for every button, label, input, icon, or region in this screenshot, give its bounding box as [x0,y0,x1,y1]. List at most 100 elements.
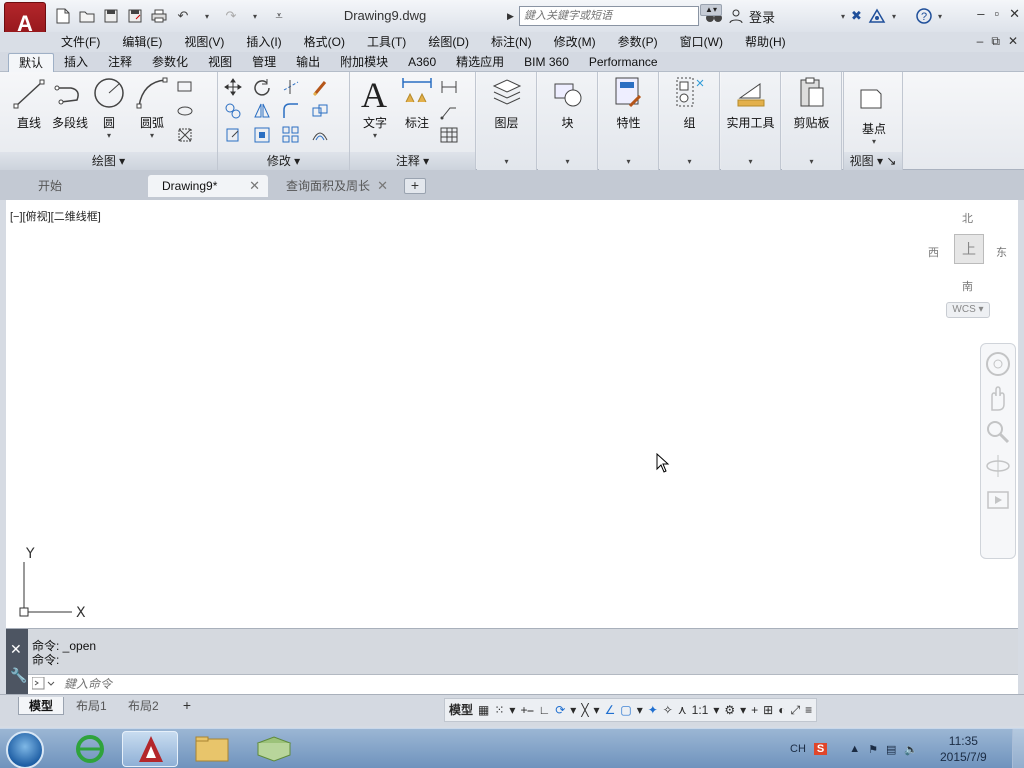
isodraft-dropdown-icon[interactable]: ▾ [594,701,600,719]
scale-value[interactable]: 1:1 [692,701,709,719]
action-center-icon[interactable]: ⚑ [868,743,878,756]
draw-panel-title[interactable]: 绘图 ▾ [0,152,217,170]
menu-tools[interactable]: 工具(T) [356,34,417,50]
annotation-panel-title[interactable]: 注释 ▾ [350,152,475,170]
new-tab-button[interactable]: + [404,178,426,194]
orbit-icon[interactable] [984,452,1012,480]
hardware-acceleration-icon[interactable]: ◐ [778,701,785,719]
redo-icon[interactable]: ↷ [220,5,242,27]
table-tool[interactable] [440,126,474,150]
ime-language[interactable]: CH [790,743,806,755]
doc-minimize-icon[interactable]: – [977,34,984,49]
redo-dropdown-icon[interactable]: ▾ [244,5,266,27]
network-icon[interactable]: ▤ [886,743,896,756]
doc-tab-start[interactable]: 开始 [24,175,144,197]
leader-tool[interactable] [440,102,474,126]
rectangle-tool[interactable] [176,78,214,102]
steering-wheel-icon[interactable] [984,350,1012,378]
layout-tab-model[interactable]: 模型 [18,697,65,715]
menu-help[interactable]: 帮助(H) [734,34,797,50]
scale-dropdown-icon[interactable]: ▾ [713,701,719,719]
doc-close-icon[interactable]: ✕ [1008,34,1018,49]
taskbar-app-4[interactable] [246,731,302,767]
workspace-gear-icon[interactable]: ⚙ [724,701,735,719]
copy-tool[interactable] [224,102,253,126]
group-dropdown-icon[interactable]: ▾ [660,157,719,166]
line-button[interactable]: 直线 [8,76,50,131]
ortho-icon[interactable]: ∟ [538,701,550,719]
taskbar-clock[interactable]: 11:35 2015/7/9 [940,733,987,765]
help-icon[interactable]: ? [916,8,932,24]
start-button[interactable] [6,731,44,768]
polar-tracking-icon[interactable]: ⟳ [555,701,565,719]
auto-scale-icon[interactable]: ✧ [663,701,673,719]
isolate-objects-icon[interactable]: ⊞ [763,701,773,719]
print-icon[interactable] [148,5,170,27]
menu-view[interactable]: 视图(V) [173,34,235,50]
trim-tool[interactable] [282,78,311,102]
menu-edit[interactable]: 编辑(E) [111,34,173,50]
menu-dimension[interactable]: 标注(N) [480,34,543,50]
login-dropdown-icon[interactable]: ▾ [841,12,845,21]
viewport-controls-label[interactable]: [−][俯视][二维线框] [10,208,101,224]
menu-modify[interactable]: 修改(M) [543,34,607,50]
show-hidden-icons-icon[interactable]: ▲ [849,743,860,755]
fillet-tool[interactable] [282,102,311,126]
workspace-dropdown-icon[interactable]: ▾ [740,701,746,719]
ucs-icon[interactable]: Y X [12,542,92,622]
tab-addins[interactable]: 附加模块 [330,53,398,73]
text-dropdown-icon[interactable]: ▾ [358,131,392,140]
isodraft-icon[interactable]: ╳ [581,701,588,719]
close-tab-icon[interactable]: ✕ [249,175,260,197]
menu-parametric[interactable]: 参数(P) [607,34,669,50]
hatch-tool[interactable] [176,102,214,126]
scale-tool[interactable] [253,126,282,150]
doc-restore-icon[interactable]: ⧉ [991,34,1000,49]
menu-format[interactable]: 格式(O) [293,34,356,50]
command-close-icon[interactable]: ✕ [10,641,22,658]
block-flyout[interactable]: 块 ▾ [538,72,598,170]
object-snap-dropdown-icon[interactable]: ▾ [637,701,643,719]
viewcube[interactable]: 北 西 东 南 上 WCS ▾ [928,210,1008,320]
tab-output[interactable]: 输出 [286,53,330,73]
save-as-icon[interactable] [124,5,146,27]
tab-featured-apps[interactable]: 精选应用 [446,53,514,73]
pan-icon[interactable] [984,384,1012,412]
layers-dropdown-icon[interactable]: ▾ [477,157,536,166]
layout-tab-layout1[interactable]: 布局1 [66,697,117,715]
circle-dropdown-icon[interactable]: ▾ [92,131,126,140]
properties-flyout[interactable]: 特性 ▾ [599,72,659,170]
a360-dropdown-icon[interactable]: ▾ [892,12,896,21]
login-button[interactable]: 登录 [749,7,775,26]
undo-dropdown-icon[interactable]: ▾ [196,5,218,27]
annotation-monitor-icon[interactable]: + [751,701,758,719]
arc-dropdown-icon[interactable]: ▾ [132,131,172,140]
tab-performance[interactable]: Performance [579,53,668,73]
move-tool[interactable] [224,78,253,102]
doc-tab-drawing9[interactable]: Drawing9* ✕ [148,175,268,197]
tab-home[interactable]: 默认 [8,53,55,73]
snap-icon[interactable]: ⁙ [494,701,504,719]
customization-menu-icon[interactable]: ≡ [805,701,812,719]
basepoint-button[interactable]: 基点 ▾ [854,82,894,146]
arc-button[interactable]: 圆弧 ▾ [132,76,172,140]
ribbon-minimize-button[interactable]: ▲▾ [700,4,722,16]
tab-bim360[interactable]: BIM 360 [514,53,579,73]
modify-panel-title[interactable]: 修改 ▾ [218,152,349,170]
explode-tool[interactable] [311,102,340,126]
viewcube-north[interactable]: 北 [962,210,973,226]
erase-tool[interactable] [311,78,340,102]
annotation-scale-icon[interactable]: ⋏ [678,701,687,719]
object-snap-tracking-icon[interactable]: ∠ [605,701,616,719]
maximize-icon[interactable]: ▫ [994,6,999,22]
stretch-tool[interactable] [224,126,253,150]
taskbar-explorer-app[interactable] [184,731,240,767]
linear-dim-tool[interactable] [440,78,474,102]
clipboard-flyout[interactable]: 剪贴板 ▾ [782,72,842,170]
offset-tool[interactable] [311,126,340,150]
tab-annotate[interactable]: 注释 [98,53,142,73]
sogou-ime-icon[interactable]: S [813,743,828,755]
show-desktop-button[interactable] [1012,729,1024,768]
polyline-button[interactable]: 多段线 [48,76,92,131]
model-space-button[interactable]: 模型 [449,701,473,719]
